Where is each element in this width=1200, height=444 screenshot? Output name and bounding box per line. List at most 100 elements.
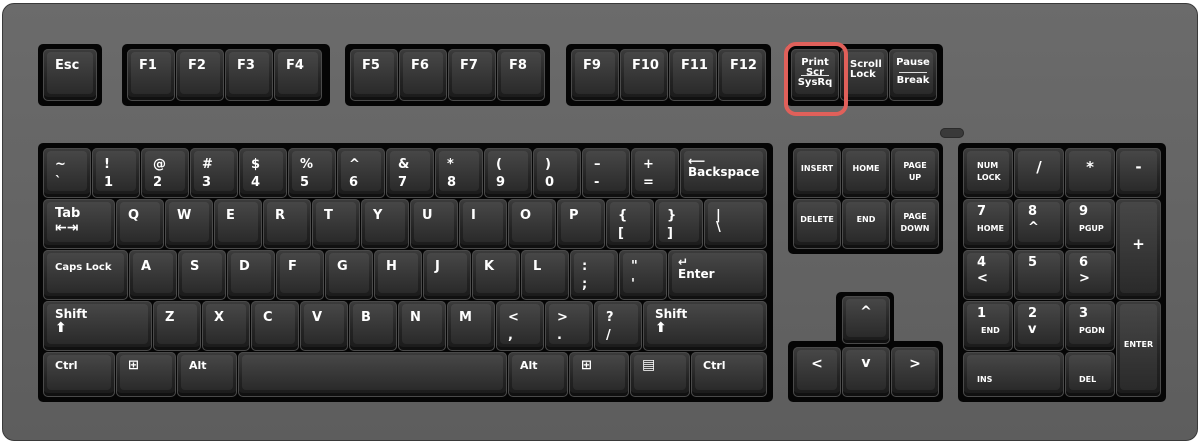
key-f12[interactable]: F12: [718, 49, 766, 101]
key-backslash[interactable]: | \: [704, 199, 767, 249]
key-f7[interactable]: F7: [448, 49, 496, 101]
key-d[interactable]: D: [227, 250, 275, 300]
key-slash[interactable]: ? /: [594, 301, 642, 351]
key-f[interactable]: F: [276, 250, 324, 300]
key-4[interactable]: $4: [239, 148, 287, 198]
key-num-lock[interactable]: NUM LOCK: [963, 148, 1013, 198]
key-tilde[interactable]: ~ `: [43, 148, 91, 198]
key-x[interactable]: X: [202, 301, 250, 351]
key-right-bracket[interactable]: }]: [655, 199, 703, 249]
key-f5[interactable]: F5: [350, 49, 398, 101]
key-8[interactable]: * 8: [435, 148, 483, 198]
key-z[interactable]: Z: [153, 301, 201, 351]
key-3[interactable]: #3: [190, 148, 238, 198]
key-right-ctrl[interactable]: Ctrl: [691, 352, 767, 397]
key-pause[interactable]: Pause Break: [889, 49, 937, 101]
key-e[interactable]: E: [214, 199, 262, 249]
key-g[interactable]: G: [325, 250, 373, 300]
key-5[interactable]: % 5: [288, 148, 336, 198]
key-o[interactable]: O: [508, 199, 556, 249]
key-quote[interactable]: " ': [619, 250, 667, 300]
key-left-alt[interactable]: Alt: [177, 352, 237, 397]
key-f10[interactable]: F10: [620, 49, 668, 101]
key-left-bracket[interactable]: {[: [606, 199, 654, 249]
key-f1[interactable]: F1: [127, 49, 175, 101]
key-left-ctrl[interactable]: Ctrl: [43, 352, 115, 397]
key-num-plus[interactable]: +: [1116, 199, 1161, 300]
key-period[interactable]: >.: [545, 301, 593, 351]
key-l[interactable]: L: [521, 250, 569, 300]
key-r[interactable]: R: [263, 199, 311, 249]
key-esc[interactable]: Esc: [43, 49, 97, 101]
key-num-4[interactable]: 4 <: [963, 250, 1013, 300]
key-p[interactable]: P: [557, 199, 605, 249]
key-arrow-left[interactable]: <: [793, 347, 841, 397]
key-1[interactable]: ! 1: [92, 148, 140, 198]
key-v[interactable]: V: [300, 301, 348, 351]
key-7[interactable]: & 7: [386, 148, 434, 198]
key-home[interactable]: HOME: [842, 148, 890, 198]
key-9[interactable]: (9: [484, 148, 532, 198]
key-m[interactable]: M: [447, 301, 495, 351]
key-enter[interactable]: ↵ Enter: [668, 250, 767, 300]
key-arrow-up[interactable]: ^: [842, 296, 890, 344]
key-i[interactable]: I: [459, 199, 507, 249]
key-h[interactable]: H: [374, 250, 422, 300]
key-page-down[interactable]: PAGE DOWN: [891, 199, 939, 249]
key-0[interactable]: ) 0: [533, 148, 581, 198]
key-arrow-down[interactable]: v: [842, 347, 890, 397]
key-left-windows[interactable]: ⊞: [116, 352, 176, 397]
key-right-shift[interactable]: Shift ⬆: [643, 301, 767, 351]
key-insert[interactable]: INSERT: [793, 148, 841, 198]
key-num-1[interactable]: 1 END: [963, 301, 1013, 351]
key-num-multiply[interactable]: *: [1065, 148, 1115, 198]
key-minus[interactable]: – -: [582, 148, 630, 198]
key-f9[interactable]: F9: [571, 49, 619, 101]
key-u[interactable]: U: [410, 199, 458, 249]
key-num-3[interactable]: 3 PGDN: [1065, 301, 1115, 351]
key-num-7[interactable]: 7 HOME: [963, 199, 1013, 249]
key-a[interactable]: A: [129, 250, 177, 300]
key-b[interactable]: B: [349, 301, 397, 351]
key-space[interactable]: [238, 352, 507, 397]
key-comma[interactable]: <,: [496, 301, 544, 351]
key-num-enter[interactable]: ENTER: [1116, 301, 1161, 397]
key-t[interactable]: T: [312, 199, 360, 249]
key-k[interactable]: K: [472, 250, 520, 300]
key-num-2[interactable]: 2v: [1014, 301, 1064, 351]
key-num-6[interactable]: 6 >: [1065, 250, 1115, 300]
key-f3[interactable]: F3: [225, 49, 273, 101]
key-q[interactable]: Q: [116, 199, 164, 249]
key-num-decimal[interactable]: DEL: [1065, 352, 1115, 397]
key-f4[interactable]: F4: [274, 49, 322, 101]
key-semicolon[interactable]: :;: [570, 250, 618, 300]
key-backspace[interactable]: ⟵ Backspace: [680, 148, 767, 198]
key-equals[interactable]: + =: [631, 148, 679, 198]
key-right-windows[interactable]: ⊞: [569, 352, 629, 397]
key-num-5[interactable]: 5: [1014, 250, 1064, 300]
key-6[interactable]: ^ 6: [337, 148, 385, 198]
key-num-9[interactable]: 9 PGUP: [1065, 199, 1115, 249]
key-f8[interactable]: F8: [497, 49, 545, 101]
key-c[interactable]: C: [251, 301, 299, 351]
key-right-alt[interactable]: Alt: [508, 352, 568, 397]
key-delete[interactable]: DELETE: [793, 199, 841, 249]
key-f6[interactable]: F6: [399, 49, 447, 101]
key-num-0[interactable]: INS: [963, 352, 1064, 397]
key-page-up[interactable]: PAGE UP: [891, 148, 939, 198]
key-menu[interactable]: ▤: [630, 352, 690, 397]
key-f11[interactable]: F11: [669, 49, 717, 101]
key-num-8[interactable]: 8 ^: [1014, 199, 1064, 249]
key-n[interactable]: N: [398, 301, 446, 351]
key-caps-lock[interactable]: Caps Lock: [43, 250, 128, 300]
key-w[interactable]: W: [165, 199, 213, 249]
key-s[interactable]: S: [178, 250, 226, 300]
key-tab[interactable]: Tab ⇤⇥: [43, 199, 115, 249]
key-arrow-right[interactable]: >: [891, 347, 939, 397]
key-num-minus[interactable]: -: [1116, 148, 1161, 198]
key-end[interactable]: END: [842, 199, 890, 249]
key-f2[interactable]: F2: [176, 49, 224, 101]
key-j[interactable]: J: [423, 250, 471, 300]
key-num-divide[interactable]: /: [1014, 148, 1064, 198]
key-2[interactable]: @2: [141, 148, 189, 198]
